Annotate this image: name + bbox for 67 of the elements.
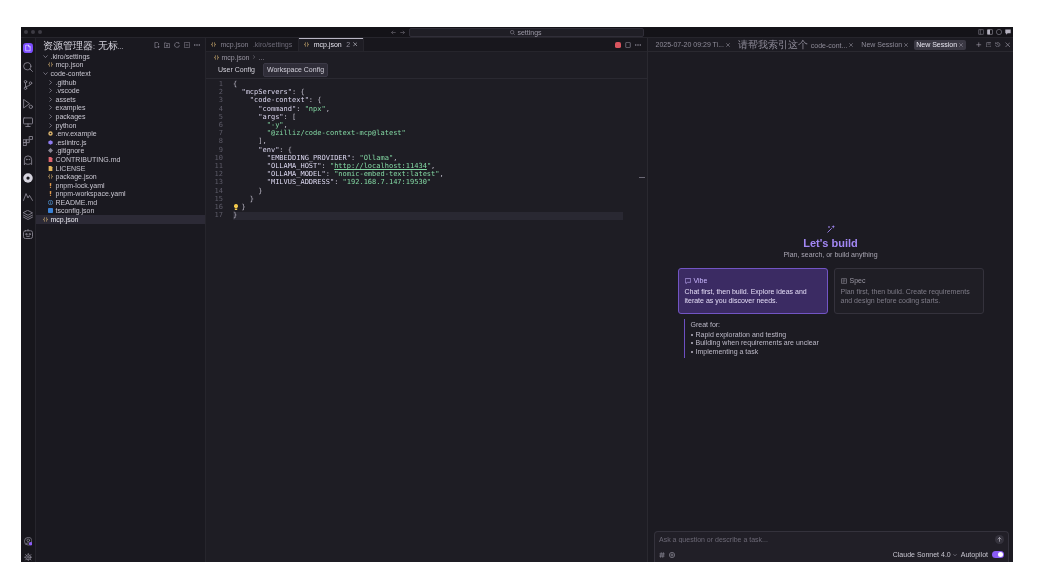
circle-icon[interactable]: [996, 29, 1002, 35]
bubble-icon[interactable]: [1005, 29, 1011, 35]
exclamation-icon: [48, 191, 53, 197]
document-icon: [840, 278, 847, 284]
braces-icon: [48, 174, 53, 180]
layers-icon[interactable]: [23, 210, 33, 221]
zigzag-icon[interactable]: [23, 191, 33, 202]
blocks-icon[interactable]: [23, 135, 33, 146]
search-icon: [510, 29, 516, 35]
collapse-icon[interactable]: [184, 42, 190, 48]
square-icon[interactable]: [615, 41, 621, 48]
exclamation-icon: [48, 182, 53, 188]
debug-icon[interactable]: [23, 98, 33, 109]
braces-icon: [211, 42, 216, 47]
info-icon: [48, 199, 53, 205]
more-icon[interactable]: [194, 42, 200, 48]
panel-icon[interactable]: [985, 41, 991, 48]
diamond-icon: [48, 148, 53, 154]
monitor-icon[interactable]: [23, 117, 33, 128]
send-button[interactable]: [995, 535, 1004, 544]
close-icon[interactable]: [904, 42, 909, 47]
split-icon[interactable]: [987, 29, 993, 35]
disc-icon[interactable]: [23, 173, 33, 184]
braces-icon: [43, 217, 48, 223]
braces-icon: [304, 42, 310, 47]
plus-icon[interactable]: [976, 41, 982, 48]
arrow-left-icon[interactable]: [390, 29, 396, 35]
braces-icon: [214, 54, 219, 60]
bullet-icon: [690, 342, 693, 345]
arrow-up-icon: [997, 537, 1002, 542]
window-dot-icon[interactable]: [24, 30, 28, 34]
hexagon-icon: [48, 139, 53, 145]
toggle-switch[interactable]: [992, 551, 1004, 559]
bullet-icon: [690, 350, 693, 353]
braces-icon: [48, 62, 53, 68]
robot-icon[interactable]: [23, 228, 33, 239]
at-sign-icon[interactable]: [669, 551, 675, 558]
resize-handle[interactable]: [639, 177, 645, 178]
ghost-icon[interactable]: [23, 154, 33, 165]
close-icon[interactable]: [849, 42, 854, 47]
files-icon[interactable]: [23, 43, 33, 53]
chat-icon: [684, 278, 691, 284]
account-icon[interactable]: [23, 537, 33, 546]
sidebar-icon[interactable]: [978, 29, 984, 35]
settings-icon[interactable]: [23, 552, 33, 561]
new-folder-icon[interactable]: [164, 42, 170, 48]
history-icon[interactable]: [995, 41, 1001, 48]
arrow-right-icon[interactable]: [399, 29, 405, 35]
new-file-icon[interactable]: [154, 42, 160, 48]
search-icon[interactable]: [23, 61, 33, 72]
bullet-icon: [690, 333, 693, 336]
ring-icon: [48, 131, 53, 137]
close-icon[interactable]: [352, 42, 358, 47]
close-icon[interactable]: [1004, 41, 1010, 48]
window-dot-icon[interactable]: [31, 30, 35, 34]
lightbulb-icon[interactable]: [233, 204, 239, 211]
window-dot-icon[interactable]: [38, 30, 42, 34]
hero-title: Let's build: [803, 237, 858, 250]
hash-icon[interactable]: [659, 551, 665, 558]
chevron-right-icon: [252, 55, 256, 59]
wand-icon: [826, 225, 835, 233]
branch-icon[interactable]: [23, 80, 33, 91]
more-icon[interactable]: [635, 41, 641, 48]
refresh-icon[interactable]: [174, 42, 180, 48]
caret-icon: [952, 552, 957, 557]
close-icon[interactable]: [959, 42, 964, 47]
close-icon[interactable]: [726, 42, 730, 47]
